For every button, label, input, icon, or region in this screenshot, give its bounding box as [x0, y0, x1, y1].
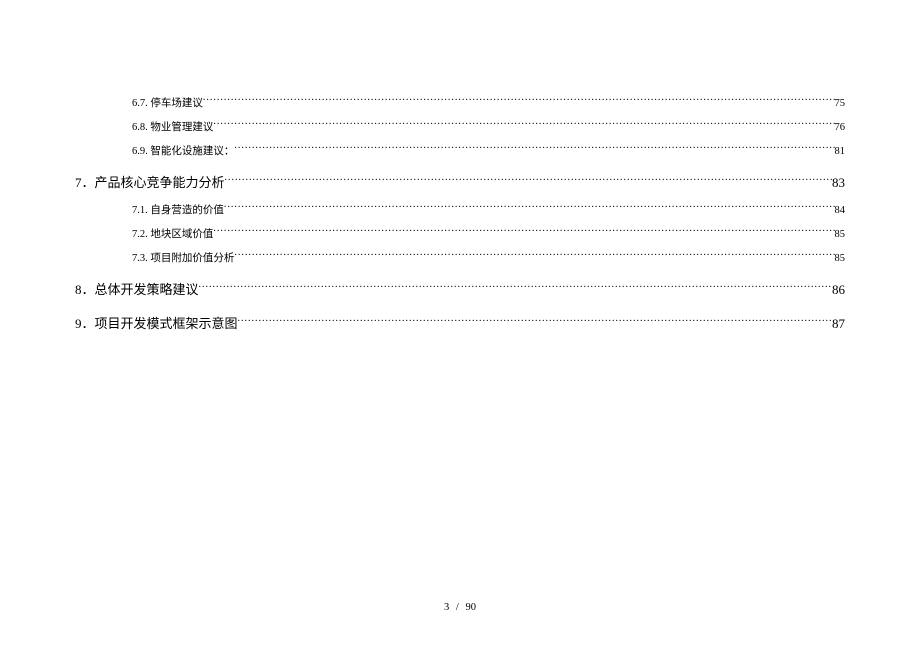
toc-entry-label: 6.8. 物业管理建议	[132, 120, 213, 137]
toc-dots	[213, 227, 834, 238]
toc-page-num: 85	[835, 227, 846, 244]
toc-entry-label: 7.1. 自身营造的价值	[132, 203, 224, 220]
toc-sub-entry: 6.9. 智能化设施建议： 81	[75, 144, 845, 161]
toc-entry-label: 9．项目开发模式框架示意图	[75, 312, 238, 335]
toc-page-num: 75	[835, 96, 846, 113]
toc-dots	[234, 144, 834, 155]
toc-container: 6.7. 停车场建议 75 6.8. 物业管理建议 76 6.9. 智能化设施建…	[75, 95, 845, 335]
toc-dots	[213, 119, 834, 130]
toc-entry-label: 7.3. 项目附加价值分析	[132, 251, 234, 268]
toc-sub-entry: 7.1. 自身营造的价值 84	[75, 202, 845, 219]
toc-main-entry: 8．总体开发策略建议 86	[75, 278, 845, 301]
toc-entry-label: 8．总体开发策略建议	[75, 278, 199, 301]
toc-main-entry: 9．项目开发模式框架示意图 87	[75, 312, 845, 335]
toc-page-num: 85	[835, 251, 846, 268]
toc-page-num: 83	[832, 171, 845, 194]
toc-entry-label: 6.7. 停车场建议	[132, 96, 203, 113]
toc-main-entry: 7．产品核心竞争能力分析 83	[75, 171, 845, 194]
toc-entry-label: 7．产品核心竞争能力分析	[75, 171, 225, 194]
toc-entry-label: 7.2. 地块区域价值	[132, 227, 213, 244]
toc-dots	[238, 315, 832, 328]
toc-sub-entry: 6.7. 停车场建议 75	[75, 95, 845, 112]
toc-sub-entry: 7.2. 地块区域价值 85	[75, 227, 845, 244]
toc-entry-label: 6.9. 智能化设施建议：	[132, 144, 234, 161]
page-footer: 3 / 90	[0, 602, 920, 613]
toc-page-num: 76	[835, 120, 846, 137]
toc-dots	[234, 251, 834, 262]
page-separator: /	[456, 602, 459, 613]
toc-page-num: 81	[835, 144, 846, 161]
toc-dots	[224, 202, 835, 213]
toc-page-num: 86	[832, 278, 845, 301]
toc-dots	[203, 95, 835, 106]
toc-sub-entry: 6.8. 物业管理建议 76	[75, 119, 845, 136]
toc-dots	[225, 174, 832, 187]
total-pages: 90	[465, 602, 476, 613]
current-page: 3	[444, 602, 449, 613]
toc-sub-entry: 7.3. 项目附加价值分析 85	[75, 251, 845, 268]
toc-dots	[199, 281, 832, 294]
toc-page-num: 84	[835, 203, 846, 220]
toc-page-num: 87	[832, 312, 845, 335]
